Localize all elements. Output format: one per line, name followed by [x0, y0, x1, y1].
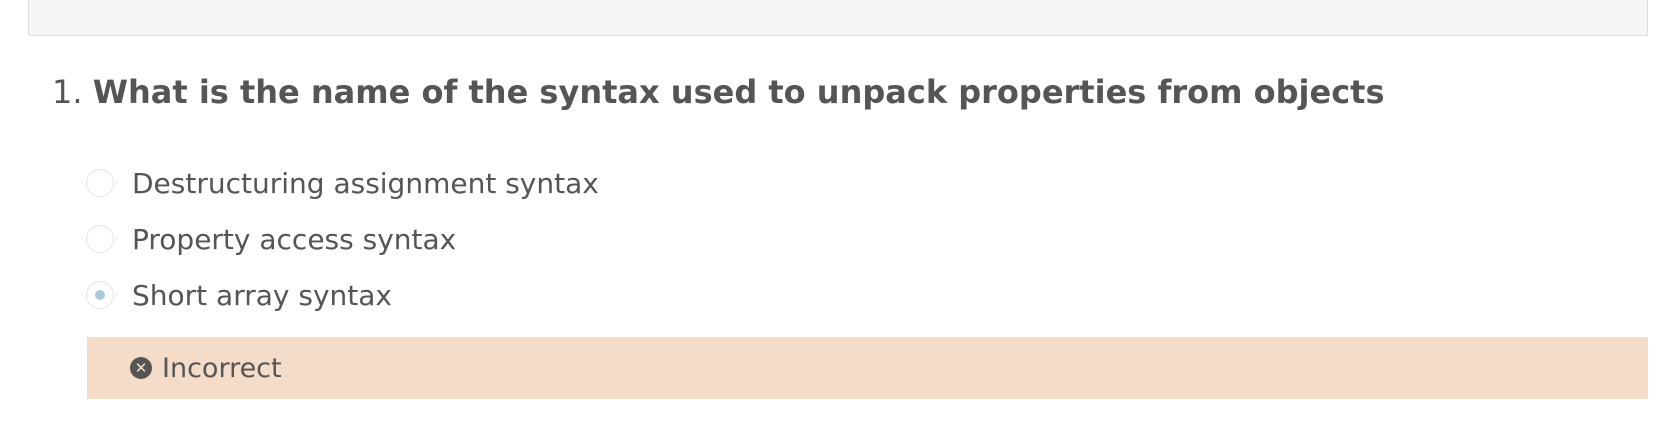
- answer-option-selected[interactable]: Short array syntax: [86, 267, 599, 323]
- radio-button[interactable]: [86, 225, 114, 253]
- question-number: 1.: [52, 73, 83, 111]
- radio-button-selected[interactable]: [86, 281, 114, 309]
- question-title: 1. What is the name of the syntax used t…: [52, 76, 1385, 108]
- radio-button[interactable]: [86, 169, 114, 197]
- answer-option[interactable]: Property access syntax: [86, 211, 599, 267]
- answer-option-label: Property access syntax: [132, 222, 457, 256]
- top-panel: [28, 0, 1648, 36]
- radio-selected-dot: [95, 290, 105, 300]
- x-circle-icon: ✕: [130, 357, 152, 379]
- answer-option-label: Short array syntax: [132, 278, 392, 312]
- answer-option[interactable]: Destructuring assignment syntax: [86, 155, 599, 211]
- question-text: What is the name of the syntax used to u…: [92, 73, 1385, 111]
- feedback-banner: ✕ Incorrect: [87, 337, 1648, 399]
- answer-option-label: Destructuring assignment syntax: [132, 166, 599, 200]
- feedback-label: Incorrect: [162, 352, 282, 384]
- answer-options: Destructuring assignment syntax Property…: [86, 155, 599, 323]
